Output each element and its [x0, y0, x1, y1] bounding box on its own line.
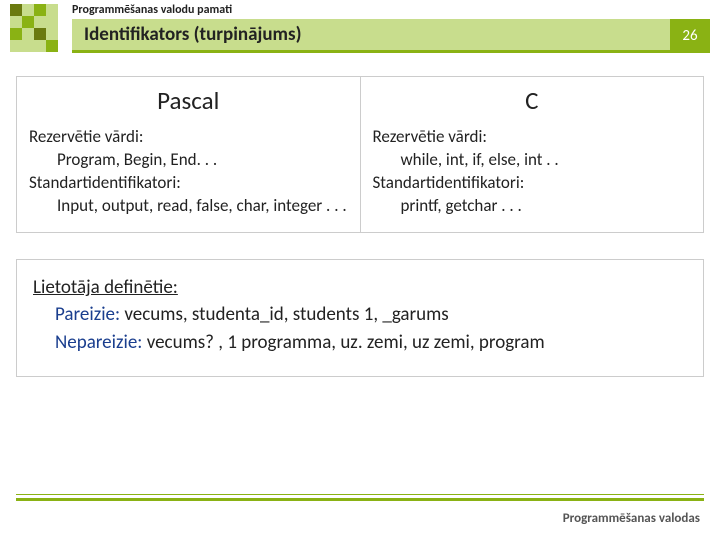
logo-square: [22, 40, 34, 52]
logo-square: [34, 28, 46, 40]
incorrect-items: vecums? , 1 programma, uz. zemi, uz zemi…: [142, 331, 544, 354]
logo-square: [46, 4, 58, 16]
divider: [16, 494, 704, 500]
incorrect-label: Nepareizie:: [55, 331, 142, 354]
reserved-label: Rezervētie vārdi:: [29, 126, 348, 149]
correct-items: vecums, studenta_id, students 1, _garums: [120, 303, 449, 326]
reserved-items: while, int, if, else, int . .: [373, 149, 692, 172]
logo-icon: [10, 4, 58, 52]
reserved-label: Rezervētie vārdi:: [373, 126, 692, 149]
logo-square: [34, 16, 46, 28]
logo-square: [46, 28, 58, 40]
divider-thin: [16, 494, 704, 495]
comparison-table: Pascal Rezervētie vārdi: Program, Begin,…: [16, 76, 704, 233]
divider-thick: [16, 498, 704, 501]
logo-square: [22, 28, 34, 40]
title-bar: Identifikators (turpinājums) 26: [72, 19, 710, 53]
std-items: printf, getchar . . .: [373, 195, 692, 218]
std-items: Input, output, read, false, char, intege…: [29, 195, 348, 218]
correct-line: Pareizie: vecums, studenta_id, students …: [33, 301, 687, 329]
logo-square: [22, 16, 34, 28]
column-c: C Rezervētie vārdi: while, int, if, else…: [361, 76, 705, 233]
logo-square: [22, 4, 34, 16]
slide: Programmēšanas valodu pamati Identifikat…: [0, 0, 720, 540]
logo-square: [10, 4, 22, 16]
reserved-items: Program, Begin, End. . .: [29, 149, 348, 172]
std-label: Standartidentifikatori:: [29, 172, 348, 195]
user-defined-heading-text: Lietotāja definētie:: [33, 276, 178, 299]
breadcrumb: Programmēšanas valodu pamati: [72, 3, 232, 17]
logo-square: [34, 40, 46, 52]
logo-square: [46, 40, 58, 52]
column-heading: Pascal: [29, 85, 348, 116]
logo-square: [10, 28, 22, 40]
header: Programmēšanas valodu pamati Identifikat…: [0, 0, 720, 58]
user-defined-box: Lietotāja definētie: Pareizie: vecums, s…: [16, 259, 704, 378]
column-heading: C: [373, 85, 692, 116]
page-number: 26: [670, 19, 710, 53]
logo-square: [46, 16, 58, 28]
column-body: Rezervētie vārdi: Program, Begin, End. .…: [29, 126, 348, 218]
incorrect-line: Nepareizie: vecums? , 1 programma, uz. z…: [33, 329, 687, 357]
page-title: Identifikators (turpinājums): [84, 23, 302, 46]
logo-square: [10, 40, 22, 52]
logo-square: [34, 4, 46, 16]
column-pascal: Pascal Rezervētie vārdi: Program, Begin,…: [16, 76, 361, 233]
logo-square: [10, 16, 22, 28]
std-label: Standartidentifikatori:: [373, 172, 692, 195]
footer-text: Programmēšanas valodas: [563, 511, 700, 526]
user-defined-heading: Lietotāja definētie:: [33, 274, 687, 302]
correct-label: Pareizie:: [55, 303, 120, 326]
column-body: Rezervētie vārdi: while, int, if, else, …: [373, 126, 692, 218]
